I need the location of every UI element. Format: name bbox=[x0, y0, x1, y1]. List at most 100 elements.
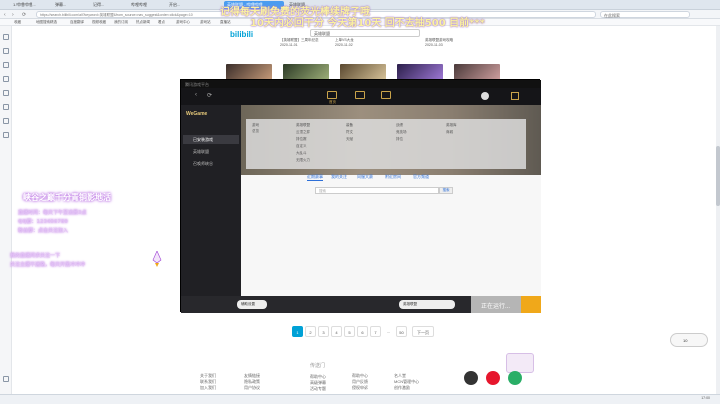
download-icon[interactable] bbox=[381, 91, 391, 99]
sidebar-icon[interactable] bbox=[3, 76, 9, 82]
menu-item[interactable]: 符文 bbox=[346, 130, 353, 135]
menu-item[interactable]: 装备 bbox=[346, 123, 353, 128]
running-button[interactable]: 正在运行... bbox=[471, 296, 521, 313]
gift-icon[interactable] bbox=[511, 92, 519, 100]
bookmark[interactable]: 收藏 bbox=[14, 20, 21, 25]
sidebar-icon[interactable] bbox=[3, 376, 9, 382]
menu-item[interactable]: 游戏 bbox=[252, 123, 259, 128]
footer-link[interactable]: 侵权申诉 bbox=[352, 385, 368, 391]
back-icon[interactable]: ‹ bbox=[195, 92, 197, 98]
wechat-icon[interactable] bbox=[508, 371, 522, 385]
menu-item[interactable]: 云顶之弈 bbox=[296, 130, 310, 135]
bookmark[interactable]: 地图搜索精选 bbox=[36, 20, 57, 25]
video-card[interactable]: 英雄联盟游戏攻略 2020-11-03 bbox=[425, 38, 453, 48]
sidebar-item-summoner[interactable]: 召唤师峡谷 bbox=[183, 159, 239, 168]
back-icon[interactable]: ‹ bbox=[4, 12, 6, 18]
menu-item[interactable]: 天赋 bbox=[346, 137, 353, 142]
stream-info: 我的直播间求关注一下 bbox=[10, 253, 61, 259]
menu-item[interactable]: 战绩 bbox=[396, 123, 403, 128]
sidebar-icon[interactable] bbox=[3, 48, 9, 54]
footer-link[interactable]: 用户协议 bbox=[244, 385, 260, 391]
page-button[interactable]: 6 bbox=[357, 326, 368, 337]
page-button[interactable]: 50 bbox=[396, 326, 407, 337]
sidebar-icon[interactable] bbox=[3, 90, 9, 96]
menu-item[interactable]: 排位 bbox=[396, 137, 403, 142]
settings-button[interactable]: 辅助设置 bbox=[237, 300, 267, 309]
bookmark[interactable]: 游戏站 bbox=[200, 20, 211, 25]
sidebar-icon[interactable] bbox=[3, 118, 9, 124]
stream-info: 粉丝群：点击关注加入 bbox=[18, 228, 69, 234]
browser-search-input[interactable]: 在此搜索 bbox=[600, 11, 690, 18]
sidebar-icon[interactable] bbox=[3, 132, 9, 138]
sidebar-icon[interactable] bbox=[3, 62, 9, 68]
sidebar-icon[interactable] bbox=[3, 104, 9, 110]
clock: 17:00 bbox=[701, 396, 710, 400]
page-button[interactable]: 2 bbox=[305, 326, 316, 337]
avatar[interactable] bbox=[481, 92, 489, 100]
tab-filter[interactable]: 附近房间 bbox=[385, 174, 401, 180]
scrollbar[interactable] bbox=[716, 26, 720, 404]
page-button[interactable]: 5 bbox=[344, 326, 355, 337]
download-app-icon[interactable] bbox=[464, 371, 478, 385]
tab-filter[interactable]: 近期赛事 bbox=[307, 174, 323, 181]
bookmark[interactable]: 我的订阅 bbox=[114, 20, 128, 25]
footer-link[interactable]: 加入我们 bbox=[200, 385, 216, 391]
stream-overlay-line2: 10天内必回干分 今天第10天 回不去抽500 目前*** bbox=[250, 18, 485, 29]
page-button[interactable]: 1 bbox=[292, 326, 303, 337]
menu-item[interactable]: 无限火力 bbox=[296, 158, 310, 163]
footer-link[interactable]: 创作激励 bbox=[394, 385, 419, 391]
stream-info: 直播时间：每天下午至凌晨3点 bbox=[18, 210, 87, 216]
home-icon[interactable] bbox=[327, 91, 337, 99]
footer-col: 关于我们 联系我们 加入我们 bbox=[200, 373, 216, 391]
menu-item[interactable]: 英雄联盟 bbox=[296, 123, 310, 128]
live-icon[interactable] bbox=[355, 91, 365, 99]
video-meta: 2020-11-02 bbox=[335, 43, 353, 47]
menu-item[interactable]: 英雄库 bbox=[446, 123, 457, 128]
footer-link[interactable]: 活动专题 bbox=[310, 386, 326, 392]
launcher-search-input[interactable]: 搜索 bbox=[315, 187, 439, 194]
scrollbar-thumb[interactable] bbox=[716, 146, 720, 206]
bilibili-search-input[interactable]: 英雄联盟 bbox=[310, 29, 420, 37]
menu-item[interactable]: 自定义 bbox=[296, 144, 307, 149]
bookmark[interactable]: 游戏中心 bbox=[176, 20, 190, 25]
page-button[interactable]: 3 bbox=[318, 326, 329, 337]
tab-filter[interactable]: 我的关注 bbox=[331, 174, 347, 180]
tab-filter[interactable]: 同服大赛 bbox=[357, 174, 373, 180]
reload-icon[interactable]: ⟳ bbox=[22, 12, 26, 18]
menu-item[interactable]: 大乱斗 bbox=[296, 151, 307, 156]
menu-item[interactable]: 总览 bbox=[252, 129, 259, 134]
page-button[interactable]: 7 bbox=[370, 326, 381, 337]
refresh-icon[interactable]: ⟳ bbox=[207, 92, 212, 99]
tab[interactable]: 哔哩哔哩 bbox=[128, 1, 164, 9]
launcher-search-button[interactable]: 搜索 bbox=[439, 187, 453, 194]
weibo-icon[interactable] bbox=[486, 371, 500, 385]
sidebar-icon[interactable] bbox=[3, 34, 9, 40]
tab[interactable]: 开启... bbox=[166, 1, 202, 9]
sidebar-item-installed[interactable]: 已安装游戏 bbox=[183, 135, 239, 144]
tab[interactable]: 记得... bbox=[90, 1, 126, 9]
forward-icon[interactable]: › bbox=[12, 12, 14, 18]
tab-filter[interactable]: 官方频道 bbox=[413, 174, 429, 180]
tab[interactable]: 弹幕... bbox=[52, 1, 88, 9]
bookmark[interactable]: 热点新闻 bbox=[136, 20, 150, 25]
bookmark[interactable]: 百度翻译 bbox=[70, 20, 84, 25]
tab[interactable]: 1.哔哩哔哩... bbox=[10, 1, 50, 9]
live-counter[interactable]: 10 bbox=[670, 333, 708, 347]
stream-info: QQ群：123456789 bbox=[18, 219, 68, 225]
video-card[interactable]: 【英雄联盟】三周年纪念 2020-11-01 bbox=[280, 38, 319, 48]
bookmark[interactable]: 看点 bbox=[158, 20, 165, 25]
menu-item[interactable]: 排位赛 bbox=[296, 137, 307, 142]
bookmark[interactable]: 视频收藏 bbox=[92, 20, 106, 25]
menu-item[interactable]: 竞技场 bbox=[396, 130, 407, 135]
next-page-button[interactable]: 下一页 bbox=[412, 326, 434, 337]
menu-item[interactable]: 商城 bbox=[446, 130, 453, 135]
stream-info: 关注主播不迷路，每天开黑冲冲冲 bbox=[10, 262, 86, 268]
bookmark[interactable]: 直播站 bbox=[220, 20, 231, 25]
game-select[interactable]: 英雄联盟 bbox=[399, 300, 455, 309]
bilibili-logo[interactable]: bilibili bbox=[230, 30, 253, 39]
boost-button[interactable] bbox=[521, 296, 541, 313]
video-card[interactable]: 上单VS大龙 2020-11-02 bbox=[335, 38, 354, 48]
page-button[interactable]: 4 bbox=[331, 326, 342, 337]
sidebar-item-lol[interactable]: 英雄联盟 bbox=[183, 147, 239, 156]
browser-sidebar bbox=[0, 26, 12, 404]
